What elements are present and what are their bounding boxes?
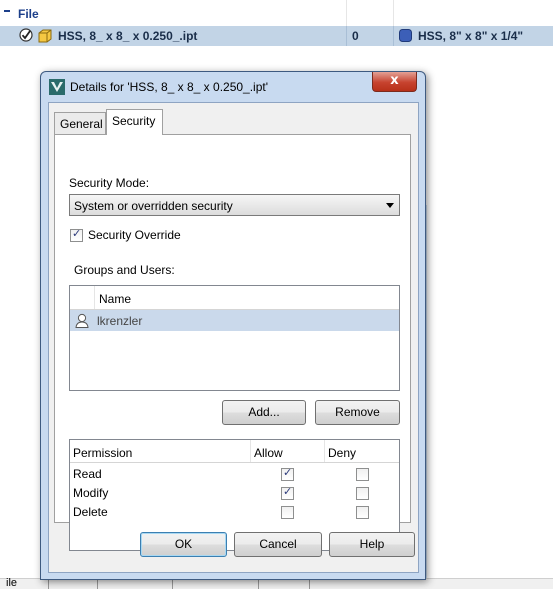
- delete-deny-checkbox[interactable]: [356, 506, 369, 519]
- modify-deny-checkbox[interactable]: [356, 487, 369, 500]
- permission-delete-label: Delete: [73, 505, 108, 519]
- remove-button[interactable]: Remove: [315, 400, 400, 425]
- check-status-icon: [19, 28, 33, 42]
- details-dialog: Details for 'HSS, 8_ x 8_ x 0.250_.ipt' …: [40, 71, 426, 580]
- cancel-button[interactable]: Cancel: [234, 532, 322, 557]
- part-file-icon: [38, 29, 52, 43]
- close-button[interactable]: x: [372, 72, 417, 92]
- deny-column: Deny: [328, 446, 357, 460]
- file-count: 0: [352, 29, 359, 43]
- security-override-label: Security Override: [88, 228, 181, 242]
- checkmark-icon: ✓: [283, 466, 293, 479]
- dialog-title: Details for 'HSS, 8_ x 8_ x 0.250_.ipt': [70, 80, 269, 94]
- file-name: HSS, 8_ x 8_ x 0.250_.ipt: [58, 29, 198, 43]
- permission-column: Permission: [73, 446, 133, 460]
- allow-column: Allow: [254, 446, 283, 460]
- material-icon: [399, 29, 412, 42]
- close-icon: x: [390, 73, 399, 88]
- permission-read-label: Read: [73, 467, 102, 481]
- column-divider: [250, 440, 251, 462]
- dropdown-arrow-icon: [386, 203, 394, 208]
- column-divider: [94, 286, 95, 309]
- users-list-header: Name: [70, 286, 399, 310]
- users-name-column[interactable]: Name: [99, 292, 131, 306]
- tab-general[interactable]: General: [54, 112, 106, 134]
- file-group-title: File: [18, 7, 39, 21]
- app-logo-icon: [49, 79, 65, 95]
- column-divider: [346, 0, 347, 26]
- users-list[interactable]: Name lkrenzler: [69, 285, 400, 391]
- list-item[interactable]: lkrenzler: [70, 310, 399, 331]
- delete-allow-checkbox[interactable]: [281, 506, 294, 519]
- modify-allow-checkbox[interactable]: ✓: [281, 485, 294, 500]
- security-mode-label: Security Mode:: [69, 176, 150, 190]
- collapse-icon[interactable]: [4, 10, 10, 12]
- file-row[interactable]: HSS, 8_ x 8_ x 0.250_.ipt 0 HSS, 8" x 8"…: [0, 26, 553, 46]
- permissions-header: Permission Allow Deny: [70, 440, 399, 463]
- read-deny-checkbox[interactable]: [356, 468, 369, 481]
- user-name: lkrenzler: [97, 314, 143, 328]
- file-description: HSS, 8" x 8" x 1/4": [418, 29, 524, 43]
- user-icon: [75, 313, 89, 328]
- column-divider: [346, 26, 347, 46]
- bottom-tab-label: ile: [6, 577, 18, 589]
- security-panel: Security Mode: System or overridden secu…: [54, 134, 411, 551]
- security-override-checkbox[interactable]: ✓: [70, 227, 83, 242]
- column-divider: [393, 26, 394, 46]
- checkmark-icon: ✓: [283, 485, 293, 498]
- help-button[interactable]: Help: [329, 532, 415, 557]
- dialog-titlebar[interactable]: Details for 'HSS, 8_ x 8_ x 0.250_.ipt' …: [41, 72, 425, 101]
- security-mode-value: System or overridden security: [74, 199, 233, 213]
- tab-security-label: Security: [112, 114, 156, 128]
- checkmark-icon: ✓: [72, 227, 82, 240]
- tab-security[interactable]: Security: [106, 109, 163, 135]
- tab-general-label: General: [60, 117, 103, 131]
- security-mode-select[interactable]: System or overridden security: [69, 194, 400, 216]
- ok-button[interactable]: OK: [140, 532, 227, 557]
- permission-modify-label: Modify: [73, 486, 109, 500]
- add-button[interactable]: Add...: [222, 400, 306, 425]
- groups-users-label: Groups and Users:: [74, 263, 175, 277]
- file-group-header[interactable]: File: [0, 0, 553, 27]
- read-allow-checkbox[interactable]: ✓: [281, 466, 294, 481]
- dialog-client: General Security Security Mode: System o…: [48, 102, 419, 573]
- column-divider: [393, 0, 394, 26]
- column-divider: [324, 440, 325, 462]
